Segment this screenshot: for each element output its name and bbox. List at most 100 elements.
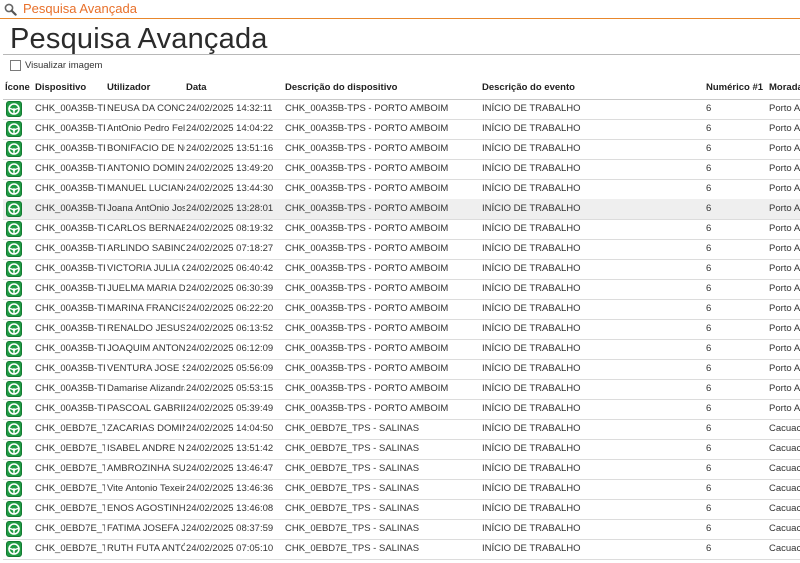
cell-desc-disp: CHK_00A35B-TPS - PORTO AMBOIM [285, 343, 449, 354]
cell-num: 6 [706, 303, 712, 314]
visualizar-imagem-checkbox[interactable] [10, 59, 21, 71]
cell-morada: Porto A [769, 323, 800, 334]
cell-data: 24/02/2025 14:04:50 [186, 423, 274, 434]
table-row[interactable]: CHK_00A35B-TPSMANUEL LUCIANO24/02/2025 1… [3, 179, 800, 200]
cell-num: 6 [706, 243, 712, 254]
cell-data: 24/02/2025 06:30:39 [186, 283, 274, 294]
cell-dispositivo: CHK_0EBD7E_TPS [35, 423, 105, 434]
cell-dispositivo: CHK_00A35B-TPS [35, 383, 105, 394]
table-row[interactable]: CHK_0EBD7E_TPSRUTH FUTA ANTÓN24/02/2025 … [3, 539, 800, 560]
cell-desc-disp: CHK_00A35B-TPS - PORTO AMBOIM [285, 163, 449, 174]
table-row[interactable]: CHK_0EBD7E_TPSENOS AGOSTINHO24/02/2025 1… [3, 499, 800, 520]
cell-dispositivo: CHK_00A35B-TPS [35, 323, 105, 334]
cell-data: 24/02/2025 08:19:32 [186, 223, 274, 234]
table-row[interactable]: CHK_0EBD7E_TPSFATIMA JOSEFA JOA24/02/202… [3, 519, 800, 540]
page-title: Pesquisa Avançada [10, 23, 268, 55]
cell-num: 6 [706, 523, 712, 534]
col-header-utilizador[interactable]: Utilizador [107, 79, 185, 99]
cell-num: 6 [706, 163, 712, 174]
table-row[interactable]: CHK_00A35B-TPSDamarise Alizandra24/02/20… [3, 379, 800, 400]
cell-desc-disp: CHK_00A35B-TPS - PORTO AMBOIM [285, 403, 449, 414]
table-row[interactable]: CHK_00A35B-TPSARLINDO SABINO E24/02/2025… [3, 239, 800, 260]
cell-dispositivo: CHK_00A35B-TPS [35, 223, 105, 234]
cell-dispositivo: CHK_00A35B-TPS [35, 283, 105, 294]
cell-morada: Porto A [769, 303, 800, 314]
cell-desc-disp: CHK_0EBD7E_TPS - SALINAS [285, 523, 420, 534]
cell-evento: INÍCIO DE TRABALHO [482, 183, 581, 194]
cell-data: 24/02/2025 13:51:42 [186, 443, 274, 454]
steering-wheel-icon [6, 141, 22, 157]
cell-morada: Porto A [769, 183, 800, 194]
cell-desc-disp: CHK_0EBD7E_TPS - SALINAS [285, 423, 420, 434]
cell-num: 6 [706, 223, 712, 234]
cell-morada: Cacuacc [769, 443, 800, 454]
cell-evento: INÍCIO DE TRABALHO [482, 203, 581, 214]
cell-evento: INÍCIO DE TRABALHO [482, 403, 581, 414]
cell-utilizador: ZACARIAS DOMING [107, 423, 185, 434]
table-row[interactable]: CHK_00A35B-TPSRENALDO JESUS JO24/02/2025… [3, 319, 800, 340]
cell-data: 24/02/2025 07:05:10 [186, 543, 274, 554]
cell-dispositivo: CHK_00A35B-TPS [35, 343, 105, 354]
cell-data: 24/02/2025 06:40:42 [186, 263, 274, 274]
cell-morada: Porto A [769, 383, 800, 394]
table-row[interactable]: CHK_00A35B-TPSPASCOAL GABRIEL24/02/2025 … [3, 399, 800, 420]
cell-utilizador: Damarise Alizandra [107, 383, 185, 394]
steering-wheel-icon [6, 281, 22, 297]
steering-wheel-icon [6, 241, 22, 257]
cell-evento: INÍCIO DE TRABALHO [482, 323, 581, 334]
table-row[interactable]: CHK_0EBD7E_TPSAMBROZINHA SUZ24/02/2025 1… [3, 459, 800, 480]
col-header-descricao-evento[interactable]: Descrição do evento [482, 79, 704, 99]
steering-wheel-icon [6, 221, 22, 237]
table-row[interactable]: CHK_0EBD7E_TPSVite Antonio Texeir24/02/2… [3, 479, 800, 500]
col-header-morada[interactable]: Morada [769, 79, 800, 99]
col-header-data[interactable]: Data [186, 79, 283, 99]
cell-dispositivo: CHK_0EBD7E_TPS [35, 523, 105, 534]
table-row[interactable]: CHK_00A35B-TPSJUELMA MARIA DA24/02/2025 … [3, 279, 800, 300]
cell-dispositivo: CHK_00A35B-TPS [35, 123, 105, 134]
table-row[interactable]: CHK_00A35B-TPSVICTORIA JULIA CH24/02/202… [3, 259, 800, 280]
col-header-dispositivo[interactable]: Dispositivo [35, 79, 105, 99]
visualizar-imagem-toggle[interactable]: Visualizar imagem [10, 59, 102, 71]
col-header-descricao-dispositivo[interactable]: Descrição do dispositivo [285, 79, 480, 99]
table-row[interactable]: CHK_00A35B-TPSNEUSA DA CONCEI24/02/2025 … [3, 99, 800, 120]
table-row[interactable]: CHK_0EBD7E_TPSISABEL ANDRE NIC24/02/2025… [3, 439, 800, 460]
steering-wheel-icon [6, 401, 22, 417]
cell-morada: Porto A [769, 403, 800, 414]
cell-utilizador: JUELMA MARIA DA [107, 283, 185, 294]
table-row[interactable]: CHK_00A35B-TPSBONIFACIO DE NO24/02/2025 … [3, 139, 800, 160]
cell-data: 24/02/2025 07:18:27 [186, 243, 274, 254]
cell-utilizador: MARINA FRANCISC [107, 303, 185, 314]
table-row[interactable]: CHK_00A35B-TPSJOAQUIM ANTONIC24/02/2025 … [3, 339, 800, 360]
steering-wheel-icon [6, 161, 22, 177]
steering-wheel-icon [6, 481, 22, 497]
cell-dispositivo: CHK_00A35B-TPS [35, 143, 105, 154]
cell-morada: Porto A [769, 223, 800, 234]
table-row[interactable]: CHK_00A35B-TPSMARINA FRANCISC24/02/2025 … [3, 299, 800, 320]
cell-data: 24/02/2025 05:53:15 [186, 383, 274, 394]
cell-data: 24/02/2025 14:04:22 [186, 123, 274, 134]
steering-wheel-icon [6, 501, 22, 517]
cell-dispositivo: CHK_0EBD7E_TPS [35, 443, 105, 454]
cell-num: 6 [706, 123, 712, 134]
table-row[interactable]: CHK_00A35B-TPSANTONIO DOMING24/02/2025 1… [3, 159, 800, 180]
cell-dispositivo: CHK_00A35B-TPS [35, 103, 105, 114]
cell-utilizador: FATIMA JOSEFA JOA [107, 523, 185, 534]
cell-num: 6 [706, 503, 712, 514]
cell-morada: Cacuacc [769, 543, 800, 554]
col-header-numerico[interactable]: Numérico #1 [706, 79, 769, 99]
table-row[interactable]: CHK_00A35B-TPSVENTURA JOSE SILV24/02/202… [3, 359, 800, 380]
cell-num: 6 [706, 143, 712, 154]
table-row[interactable]: CHK_00A35B-TPSCARLOS BERNABE24/02/2025 0… [3, 219, 800, 240]
table-row[interactable]: CHK_00A35B-TPSAntOnio Pedro Feli24/02/20… [3, 119, 800, 140]
cell-evento: INÍCIO DE TRABALHO [482, 223, 581, 234]
cell-data: 24/02/2025 14:32:11 [186, 103, 273, 114]
steering-wheel-icon [6, 321, 22, 337]
cell-num: 6 [706, 263, 712, 274]
table-row[interactable]: CHK_0EBD7E_TPSZACARIAS DOMING24/02/2025 … [3, 419, 800, 440]
table-row[interactable]: CHK_00A35B-TPSJoana AntOnio JosE24/02/20… [3, 199, 800, 220]
cell-evento: INÍCIO DE TRABALHO [482, 303, 581, 314]
cell-utilizador: VENTURA JOSE SILV [107, 363, 185, 374]
cell-num: 6 [706, 403, 712, 414]
cell-morada: Cacuacc [769, 503, 800, 514]
col-header-icone[interactable]: Ícone [5, 79, 33, 99]
